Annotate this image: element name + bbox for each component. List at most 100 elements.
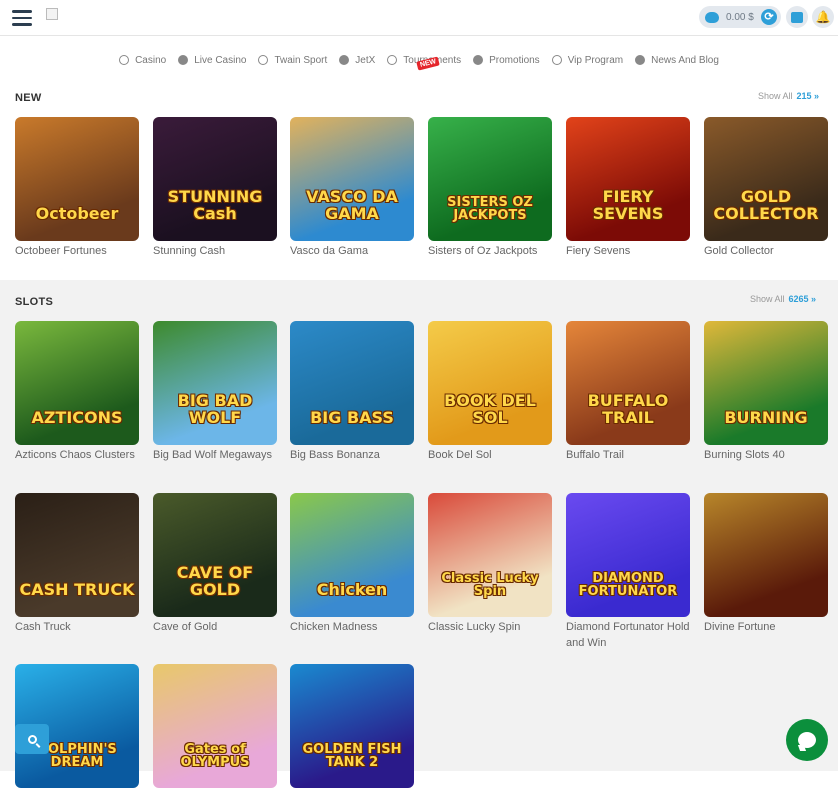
game-tile[interactable]: BUFFALO TRAIL Buffalo Trail xyxy=(566,321,690,463)
section-title-slots: SLOTS xyxy=(15,296,54,308)
game-tile[interactable]: Classic Lucky Spin Classic Lucky Spin xyxy=(428,493,552,635)
game-logo-text: BOOK DEL SOL xyxy=(444,391,536,428)
game-thumbnail[interactable]: FIERY SEVENS xyxy=(566,117,690,241)
nav-item-label: Twain Sport xyxy=(274,54,328,66)
nav-item-news-and-blog[interactable]: News And Blog xyxy=(635,50,719,70)
game-tile[interactable]: DIAMOND FORTUNATOR Diamond Fortunator Hol… xyxy=(566,493,690,651)
game-tile[interactable]: AZTICONS Azticons Chaos Clusters xyxy=(15,321,139,463)
crown-icon xyxy=(551,55,562,65)
nav-item-live-casino[interactable]: Live Casino xyxy=(178,50,246,70)
bell-icon: 🔔 xyxy=(815,10,831,24)
game-thumbnail[interactable]: SISTERS OZ JACKPOTS xyxy=(428,117,552,241)
game-thumbnail[interactable]: CASH TRUCK xyxy=(15,493,139,617)
game-logo-text: BIG BASS xyxy=(310,408,394,428)
menu-icon[interactable] xyxy=(12,10,32,26)
balance-widget[interactable]: 0.00 $ ⟳ xyxy=(699,6,781,28)
game-thumbnail[interactable]: BURNING xyxy=(704,321,828,445)
game-tile[interactable]: BIG BAD WOLF Big Bad Wolf Megaways xyxy=(153,321,277,463)
nav-item-twain-sport[interactable]: Twain Sport xyxy=(258,50,327,70)
refresh-icon[interactable]: ⟳ xyxy=(761,9,777,25)
game-logo-text: Chicken xyxy=(316,580,388,600)
game-logo-text: FIERY SEVENS xyxy=(592,187,664,224)
game-thumbnail[interactable]: GOLD COLLECTOR xyxy=(704,117,828,241)
wallet-icon xyxy=(791,11,803,23)
nav-item-jetx[interactable]: JetX xyxy=(339,50,375,70)
search-button[interactable] xyxy=(15,724,49,754)
game-title[interactable]: Chicken Madness xyxy=(290,619,414,635)
notifications-button[interactable]: 🔔 xyxy=(812,6,834,28)
game-thumbnail[interactable]: GOLDEN FISH TANK 2 xyxy=(290,664,414,788)
game-title[interactable]: Azticons Chaos Clusters xyxy=(15,447,139,463)
game-title[interactable]: Cash Truck xyxy=(15,619,139,635)
game-tile[interactable]: FIERY SEVENS Fiery Sevens xyxy=(566,117,690,259)
nav-item-casino[interactable]: Casino xyxy=(119,50,166,70)
game-logo-text: BUFFALO TRAIL xyxy=(587,391,669,428)
game-title[interactable]: Classic Lucky Spin xyxy=(428,619,552,635)
game-tile[interactable]: GOLDEN FISH TANK 2 xyxy=(290,664,414,788)
game-thumbnail[interactable]: Octobeer xyxy=(15,117,139,241)
game-tile[interactable]: CASH TRUCK Cash Truck xyxy=(15,493,139,635)
nav-item-promotions[interactable]: Promotions xyxy=(473,50,540,70)
nav-item-vip-program[interactable]: Vip Program xyxy=(551,50,623,70)
game-logo-text: BIG BAD WOLF xyxy=(177,391,253,428)
game-thumbnail[interactable]: DIAMOND FORTUNATOR xyxy=(566,493,690,617)
jetx-icon xyxy=(339,55,350,65)
game-title[interactable]: Diamond Fortunator Hold and Win xyxy=(566,619,690,651)
wallet-button[interactable] xyxy=(786,6,808,28)
game-thumbnail[interactable]: VASCO DA GAMA xyxy=(290,117,414,241)
game-title[interactable]: Burning Slots 40 xyxy=(704,447,828,463)
game-title[interactable]: Book Del Sol xyxy=(428,447,552,463)
game-thumbnail[interactable]: BOOK DEL SOL xyxy=(428,321,552,445)
chat-icon xyxy=(798,732,816,748)
game-logo-text: CASH TRUCK xyxy=(19,580,135,600)
game-tile[interactable]: STUNNING Cash Stunning Cash xyxy=(153,117,277,259)
game-thumbnail[interactable]: STUNNING Cash xyxy=(153,117,277,241)
game-title[interactable]: Stunning Cash xyxy=(153,243,277,259)
game-thumbnail[interactable] xyxy=(704,493,828,617)
game-tile[interactable]: GOLD COLLECTOR Gold Collector xyxy=(704,117,828,259)
game-thumbnail[interactable]: BUFFALO TRAIL xyxy=(566,321,690,445)
game-tile[interactable]: Octobeer Octobeer Fortunes xyxy=(15,117,139,259)
game-title[interactable]: Big Bad Wolf Megaways xyxy=(153,447,277,463)
game-title[interactable]: Fiery Sevens xyxy=(566,243,690,259)
game-tile[interactable]: BOOK DEL SOL Book Del Sol xyxy=(428,321,552,463)
game-thumbnail[interactable]: Gates of OLYMPUS xyxy=(153,664,277,788)
game-logo-text: CAVE OF GOLD xyxy=(176,563,254,600)
nav-item-label: Casino xyxy=(135,54,167,66)
game-title[interactable]: Divine Fortune xyxy=(704,619,828,635)
game-tile[interactable]: Chicken Chicken Madness xyxy=(290,493,414,635)
game-tile[interactable]: Gates of OLYMPUS xyxy=(153,664,277,788)
game-title[interactable]: Octobeer Fortunes xyxy=(15,243,139,259)
game-logo-text: Gates of OLYMPUS xyxy=(180,741,250,771)
game-tile[interactable]: SISTERS OZ JACKPOTS Sisters of Oz Jackpot… xyxy=(428,117,552,259)
game-tile[interactable]: VASCO DA GAMA Vasco da Gama xyxy=(290,117,414,259)
game-thumbnail[interactable]: Classic Lucky Spin xyxy=(428,493,552,617)
top-bar: 0.00 $ ⟳ 🔔 xyxy=(0,0,838,36)
game-title[interactable]: Vasco da Gama xyxy=(290,243,414,259)
game-thumbnail[interactable]: BIG BAD WOLF xyxy=(153,321,277,445)
game-tile[interactable]: CAVE OF GOLD Cave of Gold xyxy=(153,493,277,635)
game-tile[interactable]: Divine Fortune xyxy=(704,493,828,635)
game-title[interactable]: Buffalo Trail xyxy=(566,447,690,463)
game-tile[interactable]: BURNING Burning Slots 40 xyxy=(704,321,828,463)
nav-item-tournaments[interactable]: TournamentsNEW xyxy=(387,50,461,71)
nav-item-label: JetX xyxy=(355,54,376,66)
game-title[interactable]: Big Bass Bonanza xyxy=(290,447,414,463)
sport-icon xyxy=(258,55,269,65)
gift-icon xyxy=(473,55,484,65)
game-tile[interactable]: BIG BASS Big Bass Bonanza xyxy=(290,321,414,463)
search-icon xyxy=(27,734,37,744)
game-thumbnail[interactable]: Chicken xyxy=(290,493,414,617)
game-thumbnail[interactable]: CAVE OF GOLD xyxy=(153,493,277,617)
game-title[interactable]: Sisters of Oz Jackpots xyxy=(428,243,552,259)
show-all-new-link[interactable]: Show All 215 » xyxy=(758,91,819,101)
site-logo[interactable] xyxy=(46,8,58,20)
show-all-slots-link[interactable]: Show All 6265 » xyxy=(750,294,816,304)
game-title[interactable]: Gold Collector xyxy=(704,243,828,259)
game-logo-text: VASCO DA GAMA xyxy=(306,187,398,224)
game-thumbnail[interactable]: AZTICONS xyxy=(15,321,139,445)
chat-button[interactable] xyxy=(786,719,828,761)
game-logo-text: DIAMOND FORTUNATOR xyxy=(578,570,678,600)
game-thumbnail[interactable]: BIG BASS xyxy=(290,321,414,445)
game-title[interactable]: Cave of Gold xyxy=(153,619,277,635)
